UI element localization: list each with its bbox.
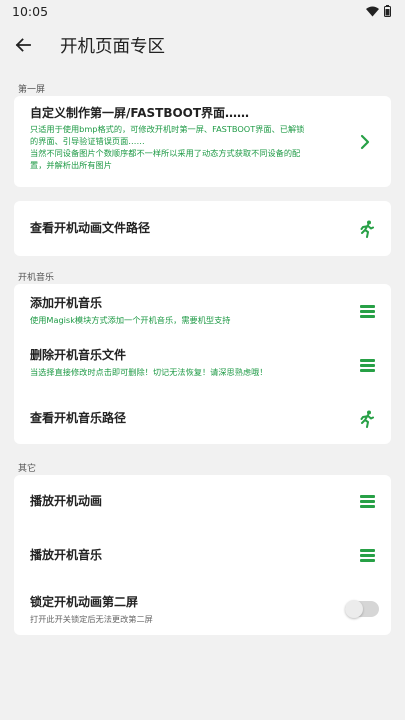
lock-second-screen-title: 锁定开机动画第二屏	[30, 595, 139, 609]
view-animation-path-item[interactable]: 查看开机动画文件路径	[14, 201, 391, 256]
card-animation-path: 查看开机动画文件路径	[14, 201, 391, 256]
back-button[interactable]	[11, 33, 35, 57]
section-header-first-screen: 第一屏	[18, 85, 46, 95]
view-boot-music-path-item[interactable]: 查看开机音乐路径	[14, 394, 391, 444]
toggle-knob	[345, 600, 363, 618]
running-man-icon	[355, 407, 379, 431]
page-title: 开机页面专区	[60, 36, 165, 57]
add-boot-music-description: 使用Magisk模块方式添加一个开机音乐，需要机型支持	[30, 315, 231, 325]
custom-first-screen-item[interactable]: 自定义制作第一屏/FASTBOOT界面…… 只适用于使用bmp格式的，可修改开机…	[14, 96, 391, 187]
status-time: 10:05	[12, 3, 49, 19]
play-boot-animation-title: 播放开机动画	[30, 494, 103, 508]
menu-icon	[355, 299, 379, 323]
custom-first-screen-title: 自定义制作第一屏/FASTBOOT界面……	[30, 106, 250, 120]
app-bar: 开机页面专区	[0, 22, 405, 68]
arrow-left-icon	[15, 38, 31, 52]
add-boot-music-item[interactable]: 添加开机音乐 使用Magisk模块方式添加一个开机音乐，需要机型支持	[14, 284, 391, 336]
delete-boot-music-title: 删除开机音乐文件	[30, 348, 127, 362]
menu-icon	[355, 489, 379, 513]
battery-icon	[384, 5, 391, 17]
section-header-other: 其它	[18, 464, 37, 474]
wifi-icon	[366, 6, 379, 16]
menu-icon	[355, 543, 379, 567]
status-bar: 10:05	[0, 0, 405, 22]
lock-second-screen-item[interactable]: 锁定开机动画第二屏 打开此开关锁定后无法更改第二屏	[14, 585, 391, 635]
menu-icon	[355, 353, 379, 377]
card-boot-music: 添加开机音乐 使用Magisk模块方式添加一个开机音乐，需要机型支持 删除开机音…	[14, 284, 391, 444]
view-boot-music-path-title: 查看开机音乐路径	[30, 411, 127, 425]
custom-first-screen-description: 只适用于使用bmp格式的，可修改开机时第一屏、FASTBOOT界面、已解锁 的界…	[30, 124, 305, 170]
play-boot-animation-item[interactable]: 播放开机动画	[14, 475, 391, 527]
delete-boot-music-description: 当选择直接修改时点击即可删除！切记无法恢复！请深思熟虑哦！	[30, 367, 268, 377]
chevron-right-icon	[353, 130, 377, 154]
running-man-icon	[355, 217, 379, 241]
lock-second-screen-description: 打开此开关锁定后无法更改第二屏	[30, 614, 153, 624]
play-boot-music-item[interactable]: 播放开机音乐	[14, 531, 391, 583]
delete-boot-music-item[interactable]: 删除开机音乐文件 当选择直接修改时点击即可删除！切记无法恢复！请深思熟虑哦！	[14, 340, 391, 390]
play-boot-music-title: 播放开机音乐	[30, 548, 103, 562]
card-other: 播放开机动画 播放开机音乐 锁定开机动画第二屏 打开此开关锁定后无法更改第二屏	[14, 475, 391, 635]
section-header-boot-music: 开机音乐	[18, 273, 55, 283]
view-animation-path-title: 查看开机动画文件路径	[30, 221, 151, 235]
lock-second-screen-toggle[interactable]	[345, 600, 379, 618]
add-boot-music-title: 添加开机音乐	[30, 296, 103, 310]
card-first-screen: 自定义制作第一屏/FASTBOOT界面…… 只适用于使用bmp格式的，可修改开机…	[14, 96, 391, 187]
